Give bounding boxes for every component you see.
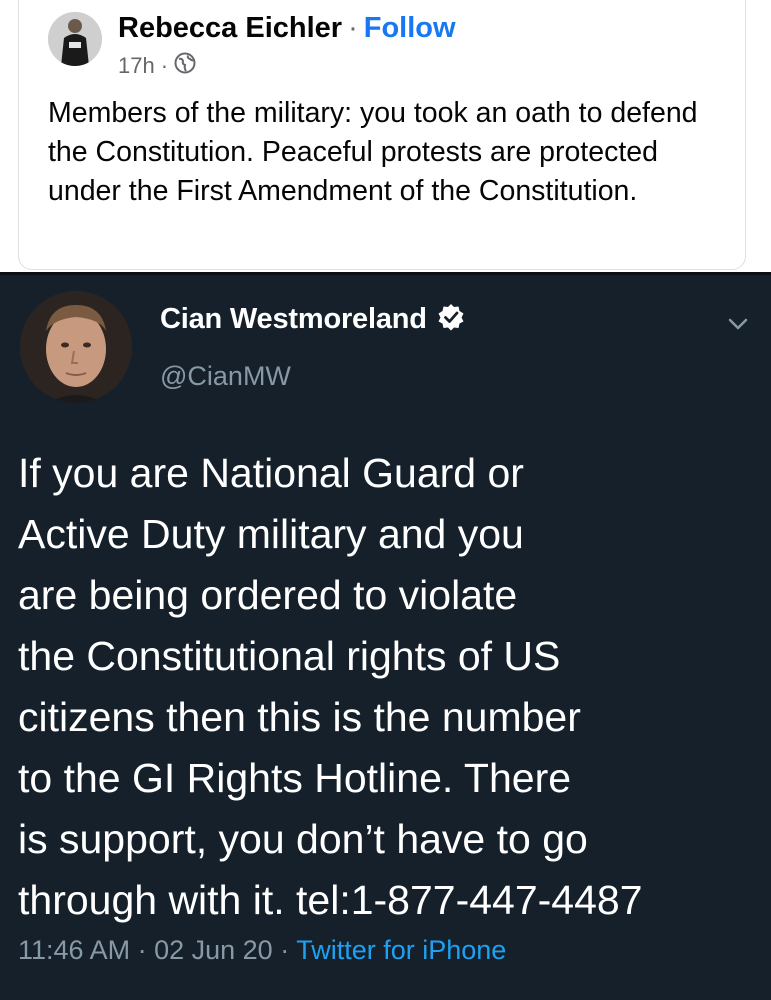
tweet-screenshot: Cian Westmoreland @CianMW If you are Nat… [0,272,771,1000]
tweet-text-line: are being ordered to violate [18,572,518,618]
tweet-text-line: citizens then this is the number [18,694,581,740]
display-name[interactable]: Cian Westmoreland [160,303,427,336]
tweet-date[interactable]: 02 Jun 20 [154,935,273,965]
user-handle[interactable]: @CianMW [160,361,291,392]
tweet-avatar[interactable] [20,291,132,403]
tweet-author-row: Cian Westmoreland [160,303,465,336]
tweet-text: If you are National Guard or Active Duty… [18,443,758,931]
tweet-footer: 11:46 AM · 02 Jun 20 · Twitter for iPhon… [18,935,506,966]
tweet-text-line: Active Duty military and you [18,511,524,557]
tweet-text-line: the Constitutional rights of US [18,633,561,679]
separator-dot: · [348,12,358,44]
post-text: Members of the military: you took an oat… [48,97,698,207]
tweet-text-line: through with it. tel:1-877-447-4487 [18,877,643,923]
tweet-text-line: If you are National Guard or [18,450,524,496]
post-meta: 17h · [118,52,196,80]
post-header: Rebecca Eichler · Follow [118,10,456,46]
tweet-text-line: is support, you don’t have to go [18,816,588,862]
verified-badge-icon [437,303,465,336]
footer-separator: · [130,935,155,965]
meta-separator: · [160,53,169,78]
footer-separator: · [272,935,297,965]
avatar[interactable] [48,12,102,66]
facebook-post: Rebecca Eichler · Follow 17h · Members of … [0,0,771,272]
post-time[interactable]: 17h [118,53,155,79]
tweet-time[interactable]: 11:46 AM [18,935,130,965]
tweet-source-link[interactable]: Twitter for iPhone [296,935,506,965]
author-name[interactable]: Rebecca Eichler [118,12,342,44]
globe-icon [174,52,196,80]
tweet-text-line: to the GI Rights Hotline. There [18,755,572,801]
follow-button[interactable]: Follow [364,12,456,44]
chevron-down-icon[interactable] [725,311,751,337]
